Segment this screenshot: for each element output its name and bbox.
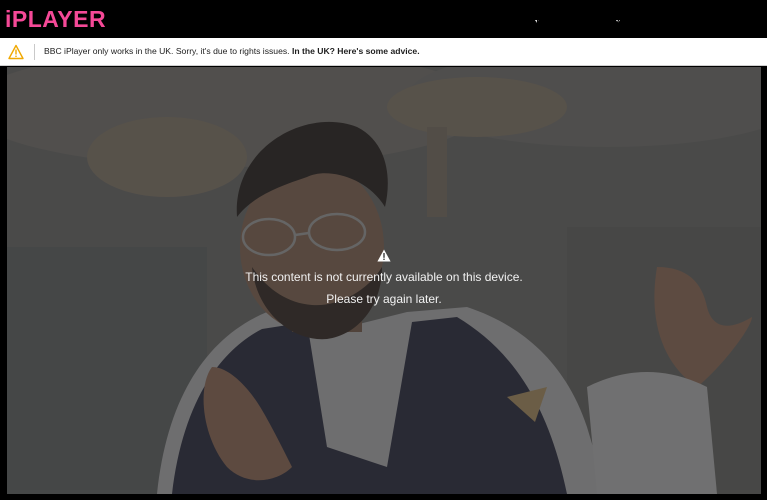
- warning-icon: [377, 249, 391, 262]
- nav-channels[interactable]: Channels: [464, 14, 539, 32]
- nav-channels-label: Channels: [464, 14, 532, 31]
- nav-categories[interactable]: Categories: [536, 14, 621, 32]
- video-player[interactable]: This content is not currently available …: [7, 67, 761, 494]
- uk-advice-link[interactable]: In the UK? Here's some advice.: [292, 46, 420, 56]
- top-navigation-bar: iPLAYER Channels Categories A-Z TV Guide: [0, 0, 767, 38]
- nav-tv-guide-label: TV Guide: [658, 14, 726, 31]
- iplayer-logo[interactable]: iPLAYER: [5, 7, 106, 31]
- warning-icon: [8, 44, 24, 60]
- notice-message: BBC iPlayer only works in the UK. Sorry,…: [44, 46, 420, 56]
- notice-divider: [34, 44, 35, 60]
- notice-text: BBC iPlayer only works in the UK. Sorry,…: [44, 46, 290, 56]
- nav-a-z[interactable]: A-Z: [615, 14, 641, 32]
- unavailable-message: This content is not currently available …: [245, 270, 523, 284]
- try-later-message: Please try again later.: [326, 292, 442, 306]
- nav-categories-label: Categories: [536, 14, 614, 31]
- uk-only-notice-banner: BBC iPlayer only works in the UK. Sorry,…: [0, 38, 767, 66]
- nav-a-z-label: A-Z: [615, 14, 641, 31]
- nav-tv-guide[interactable]: TV Guide: [658, 14, 726, 32]
